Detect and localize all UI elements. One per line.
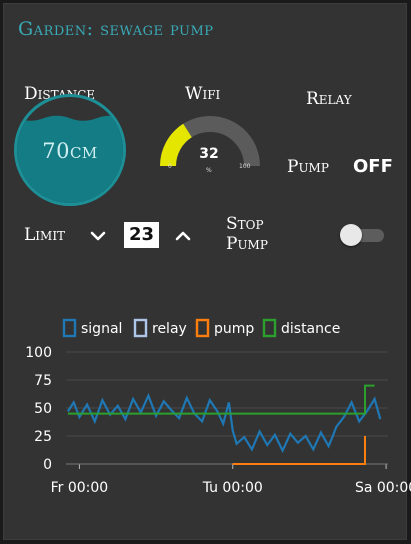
legend-swatch-distance: [262, 318, 277, 338]
stop-pump-label-line2: Pump: [226, 234, 268, 254]
pump-label: Pump: [287, 157, 329, 177]
limit-label: Limit: [24, 225, 66, 245]
wifi-unit-label: %: [206, 167, 212, 174]
legend-label-signal: signal: [81, 321, 122, 337]
legend-swatch-relay: [133, 318, 148, 338]
legend-swatch-signal: [62, 318, 77, 338]
x-tick-label: Fr 00:00: [51, 480, 109, 496]
y-tick-label: 0: [43, 457, 52, 473]
legend-swatch-pump: [195, 318, 210, 338]
limit-input[interactable]: 23: [124, 222, 159, 248]
y-tick-label: 25: [34, 429, 52, 445]
pump-state: OFF: [353, 156, 393, 177]
y-tick-label: 50: [34, 401, 52, 417]
x-tick-label: Tu 00:00: [202, 480, 263, 496]
y-tick-label: 75: [34, 373, 52, 389]
wifi-min-label: 0: [168, 163, 172, 170]
chevron-down-icon[interactable]: [88, 226, 108, 246]
legend-label-pump: pump: [214, 321, 254, 337]
legend-label-relay: relay: [152, 321, 187, 337]
history-chart: 0 25 50 75 100 Fr 00:00 Tu 00:00 Sa 00:00 signal…: [25, 318, 411, 496]
legend-label-distance: distance: [281, 321, 340, 337]
relay-label: Relay: [306, 89, 352, 109]
page-title: Garden: sewage pump: [18, 18, 214, 40]
wifi-max-label: 100: [239, 163, 251, 170]
stop-pump-toggle[interactable]: [340, 224, 386, 246]
wifi-value: 32: [199, 146, 219, 162]
distance-value: 70cm: [42, 139, 98, 163]
y-tick-label: 100: [25, 345, 52, 361]
wifi-label: Wifi: [185, 84, 221, 104]
x-tick-label: Sa 00:00: [355, 480, 411, 496]
stop-pump-label-line1: Stop: [226, 214, 264, 234]
distance-tank-gauge: 70cm: [14, 94, 126, 206]
series-line-signal: [66, 392, 382, 454]
chevron-up-icon[interactable]: [173, 226, 193, 246]
toggle-knob: [340, 224, 362, 246]
